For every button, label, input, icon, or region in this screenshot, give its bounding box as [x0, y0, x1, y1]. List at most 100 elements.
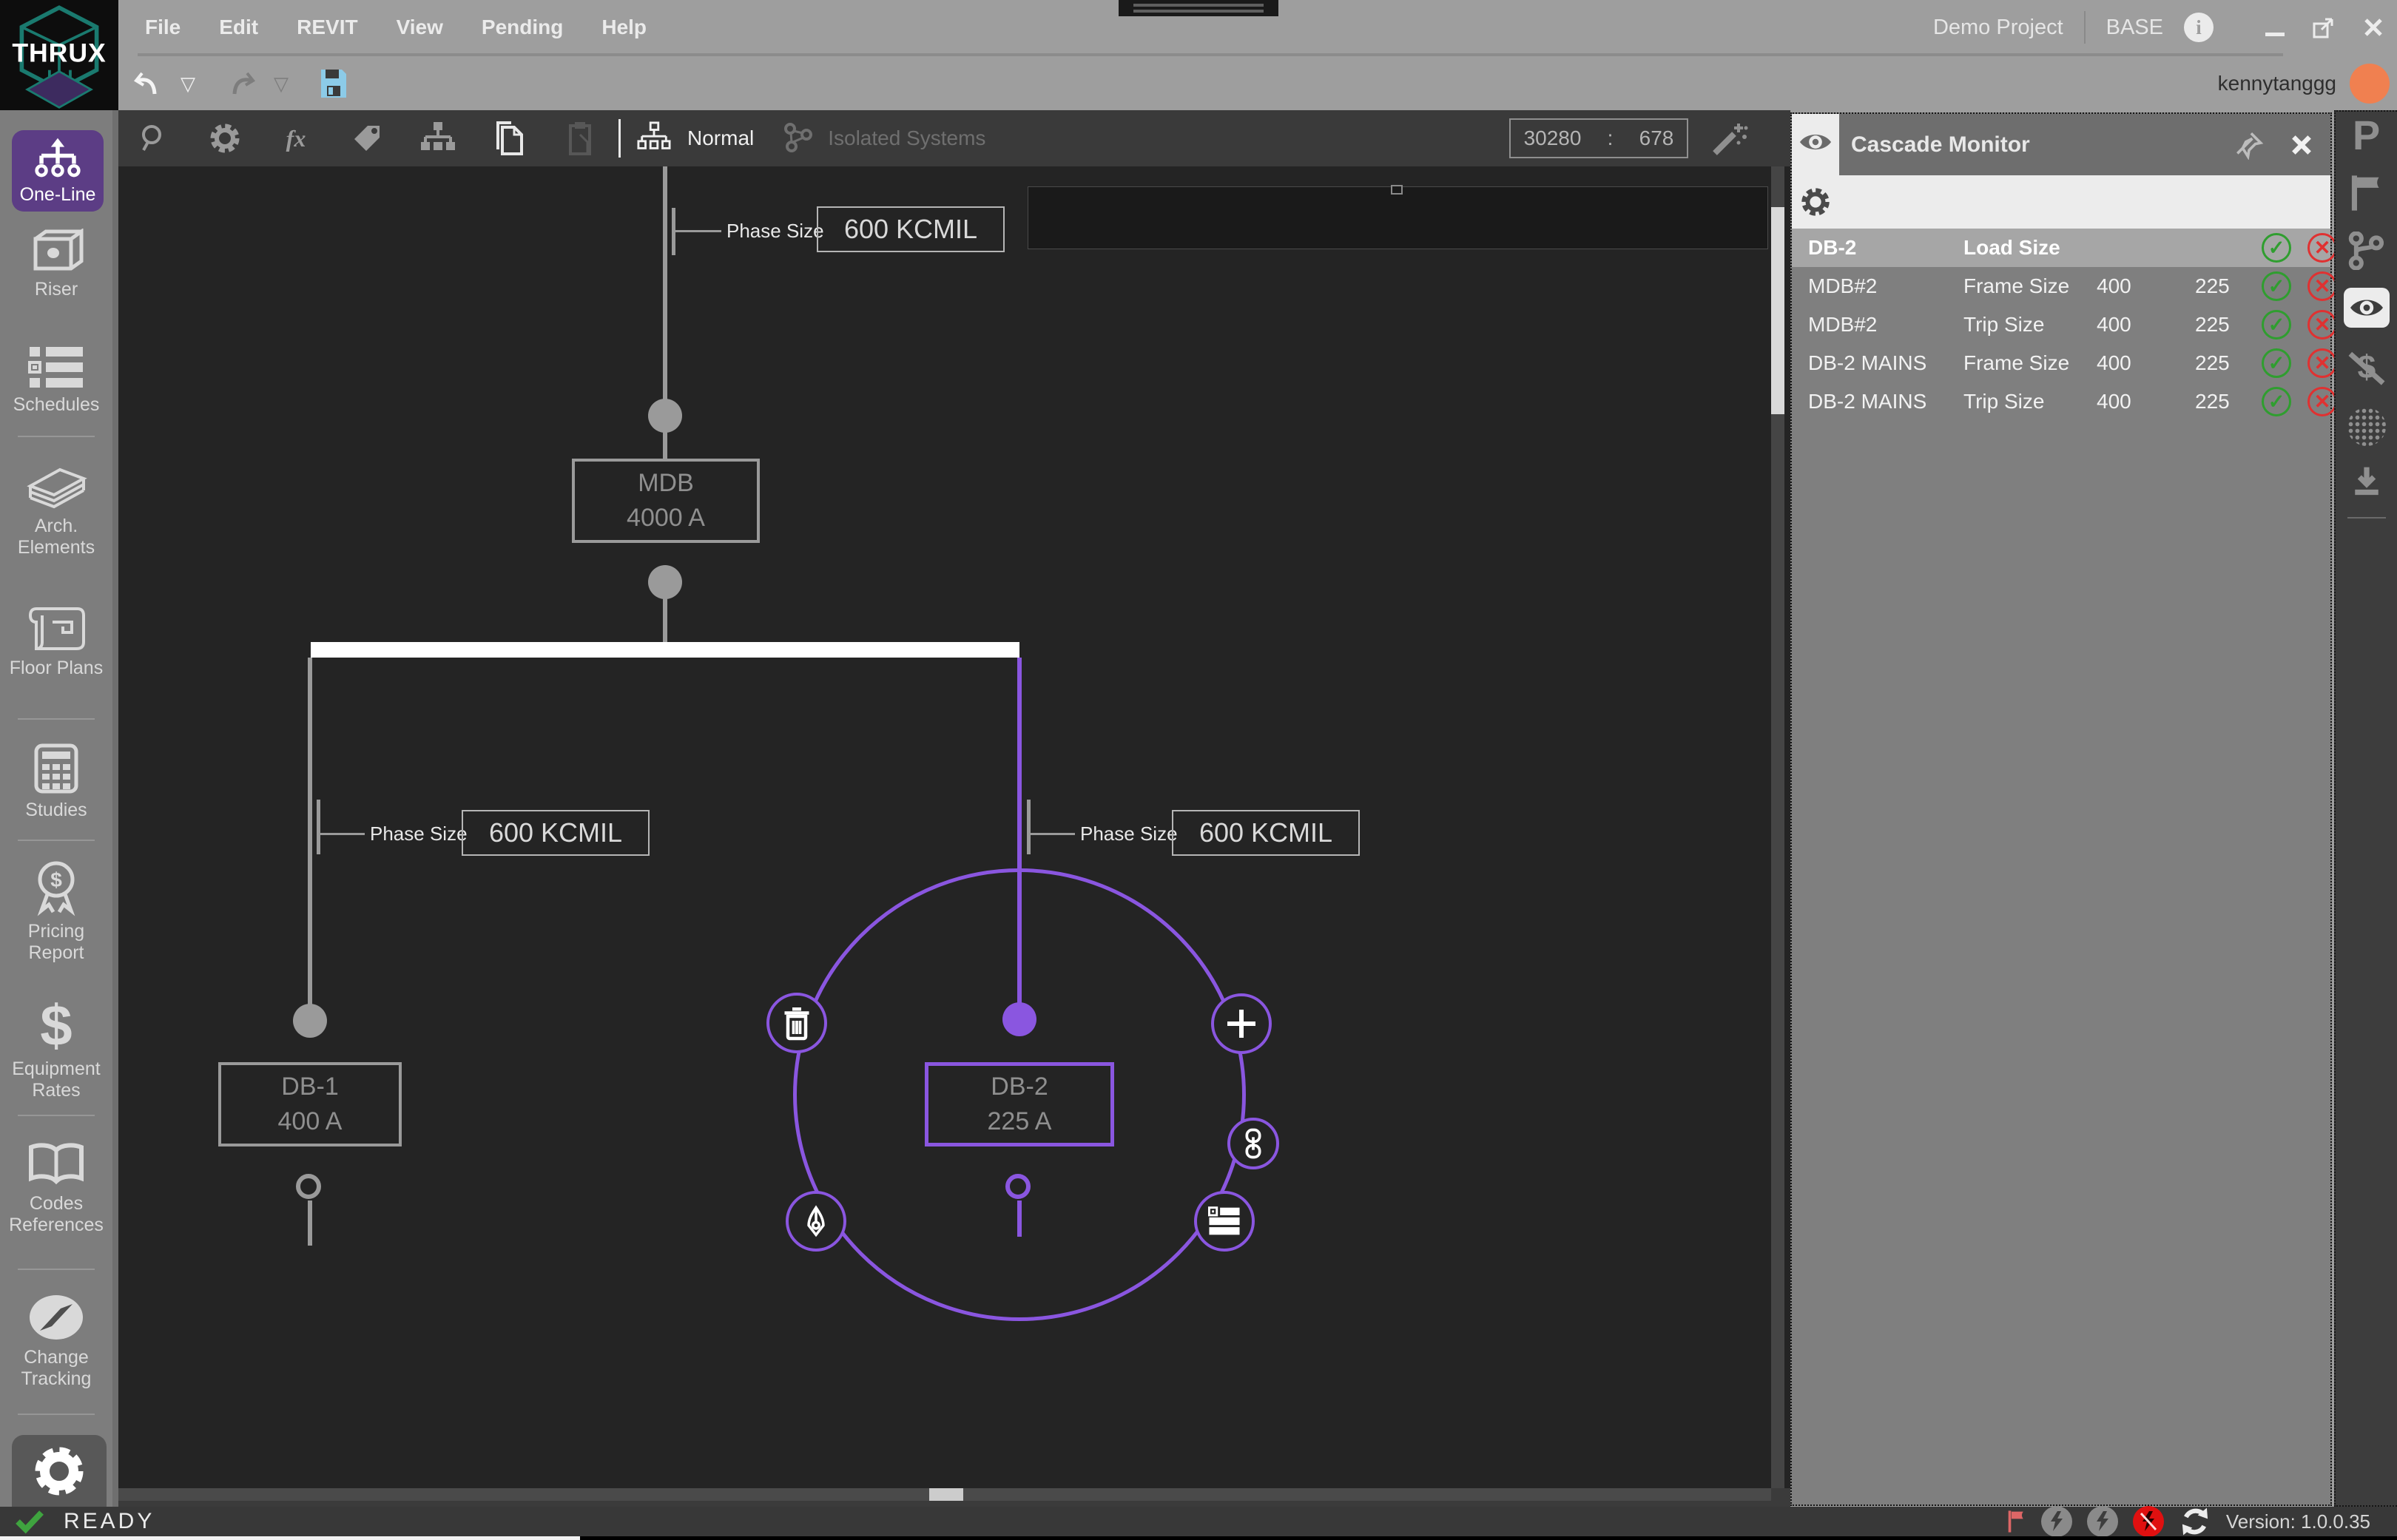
close-icon[interactable]	[2289, 132, 2314, 158]
sidebar-item-codes-references[interactable]: Codes References	[0, 1143, 112, 1236]
environment-badge[interactable]: BASE	[2106, 16, 2163, 40]
settings-button[interactable]	[12, 1435, 107, 1507]
save-icon[interactable]	[318, 67, 349, 101]
table-row[interactable]: DB-2 MAINS Frame Size 400 225 ✓ ✕	[1792, 344, 2330, 382]
redo-icon[interactable]	[225, 67, 257, 100]
stub-node[interactable]	[1005, 1174, 1031, 1199]
undo-icon[interactable]	[132, 67, 164, 100]
menu-view[interactable]: View	[397, 16, 443, 39]
menu-revit[interactable]: REVIT	[297, 16, 357, 39]
node-db1[interactable]: DB-1 400 A	[218, 1062, 402, 1146]
link-button[interactable]	[1227, 1118, 1279, 1169]
bolt-icon[interactable]	[2041, 1506, 2072, 1537]
menu-help[interactable]: Help	[601, 16, 647, 39]
node-mdb[interactable]: MDB 4000 A	[572, 459, 760, 543]
restore-icon[interactable]	[2311, 15, 2336, 40]
wire-mdb-feeder	[663, 166, 667, 416]
pen-button[interactable]	[786, 1191, 846, 1252]
stub-node[interactable]	[296, 1174, 321, 1199]
copy-icon[interactable]	[473, 120, 545, 157]
cascade-monitor-panel[interactable]: Cascade Monitor DB-2 Load Size ✓ ✕ MDB#2…	[1790, 112, 2332, 1506]
sidebar-item-one-line[interactable]: One-Line	[12, 130, 104, 212]
sidebar-item-schedules[interactable]: Schedules	[0, 345, 112, 416]
reject-icon[interactable]: ✕	[2307, 310, 2337, 340]
minimize-icon[interactable]	[2264, 16, 2286, 38]
sidebar-item-studies[interactable]: Studies	[0, 743, 112, 821]
accept-icon[interactable]: ✓	[2262, 271, 2291, 301]
dot-globe-icon[interactable]	[2347, 408, 2386, 446]
window-drag-handle[interactable]	[1119, 0, 1278, 16]
sidebar-item-equipment-rates[interactable]: $ Equipment Rates	[0, 996, 112, 1101]
table-row[interactable]: DB-2 Load Size ✓ ✕	[1792, 229, 2330, 267]
phase-size-value[interactable]: 600 KCMIL	[1172, 810, 1360, 856]
fx-icon[interactable]: fx	[260, 125, 331, 152]
list-button[interactable]	[1194, 1191, 1255, 1252]
reject-icon[interactable]: ✕	[2307, 348, 2337, 378]
reject-icon[interactable]: ✕	[2307, 271, 2337, 301]
bus-bar[interactable]	[311, 642, 1019, 658]
coordinate-readout[interactable]: 30280 : 678	[1509, 118, 1688, 158]
panel-header[interactable]: Cascade Monitor	[1839, 114, 2330, 175]
magic-wand-icon[interactable]	[1709, 118, 1750, 163]
sidebar-item-pricing-report[interactable]: $ Pricing Report	[0, 859, 112, 964]
phase-size-value[interactable]: 600 KCMIL	[462, 810, 650, 856]
menu-edit[interactable]: Edit	[219, 16, 258, 39]
selection-handle[interactable]	[1391, 185, 1403, 195]
delete-button[interactable]	[766, 993, 827, 1053]
horizontal-scrollbar-thumb[interactable]	[929, 1488, 963, 1501]
table-row[interactable]: MDB#2 Frame Size 400 225 ✓ ✕	[1792, 267, 2330, 305]
sidebar-item-riser[interactable]: Riser	[0, 229, 112, 300]
accept-icon[interactable]: ✓	[2262, 348, 2291, 378]
bolt-icon[interactable]	[2087, 1506, 2118, 1537]
canvas-horizontal-scrollbar[interactable]	[118, 1488, 1790, 1507]
pin-icon[interactable]	[2234, 130, 2264, 160]
panels-icon[interactable]: P	[2353, 116, 2380, 155]
accept-icon[interactable]: ✓	[2262, 387, 2291, 416]
search-icon[interactable]	[118, 122, 189, 155]
flag-icon[interactable]	[2006, 1509, 2026, 1534]
thrux-logo[interactable]: THRUX	[0, 0, 118, 111]
vertical-scrollbar-thumb[interactable]	[1771, 207, 1784, 414]
branch-icon[interactable]	[2346, 232, 2387, 270]
refresh-icon[interactable]	[2179, 1505, 2211, 1538]
reject-icon[interactable]: ✕	[2307, 387, 2337, 416]
tag-icon[interactable]	[331, 121, 402, 155]
avatar[interactable]	[2350, 64, 2390, 104]
phase-size-value[interactable]: 600 KCMIL	[817, 206, 1005, 252]
info-icon[interactable]: i	[2184, 13, 2214, 42]
sidebar-item-floor-plans[interactable]: Floor Plans	[0, 604, 112, 679]
accept-icon[interactable]: ✓	[2262, 233, 2291, 263]
menu-file[interactable]: File	[145, 16, 181, 39]
panel-gear-block[interactable]	[1792, 175, 1839, 229]
undo-dropdown-icon[interactable]: ▽	[181, 72, 195, 95]
table-row[interactable]: MDB#2 Trip Size 400 225 ✓ ✕	[1792, 305, 2330, 344]
redo-dropdown-icon[interactable]: ▽	[274, 72, 289, 95]
bolt-slash-icon[interactable]	[2133, 1506, 2164, 1537]
add-button[interactable]	[1211, 993, 1272, 1054]
eye-icon-selected[interactable]	[2344, 288, 2390, 328]
connection-node-selected[interactable]	[1002, 1002, 1036, 1036]
menu-pending[interactable]: Pending	[482, 16, 563, 39]
canvas-vertical-scrollbar[interactable]	[1771, 166, 1784, 1488]
normal-mode-icon[interactable]	[628, 121, 680, 155]
dollar-slash-icon[interactable]: $	[2347, 347, 2387, 388]
close-icon[interactable]	[2361, 16, 2385, 39]
isolated-systems-icon[interactable]	[773, 121, 820, 155]
gear-icon[interactable]	[189, 121, 260, 156]
normal-mode-label[interactable]: Normal	[687, 126, 754, 150]
reject-icon[interactable]: ✕	[2307, 233, 2337, 263]
sidebar-item-arch-elements[interactable]: Arch. Elements	[0, 464, 112, 558]
download-icon[interactable]	[2350, 465, 2384, 498]
connection-node[interactable]	[293, 1004, 327, 1038]
connection-node[interactable]	[648, 565, 682, 599]
node-db2-selected[interactable]: DB-2 225 A	[925, 1062, 1114, 1146]
isolated-systems-label[interactable]: Isolated Systems	[828, 126, 985, 150]
horizontal-scrollbar-track[interactable]	[118, 1488, 1771, 1501]
sidebar-item-change-tracking[interactable]: Change Tracking	[0, 1292, 112, 1390]
table-row[interactable]: DB-2 MAINS Trip Size 400 225 ✓ ✕	[1792, 382, 2330, 421]
accept-icon[interactable]: ✓	[2262, 310, 2291, 340]
paste-icon[interactable]	[545, 120, 616, 157]
one-line-canvas[interactable]: Phase Size 600 KCMIL MDB 4000 A Phase Si…	[118, 166, 1790, 1488]
flag-icon[interactable]	[2349, 174, 2384, 212]
sitemap-icon[interactable]	[402, 121, 473, 156]
